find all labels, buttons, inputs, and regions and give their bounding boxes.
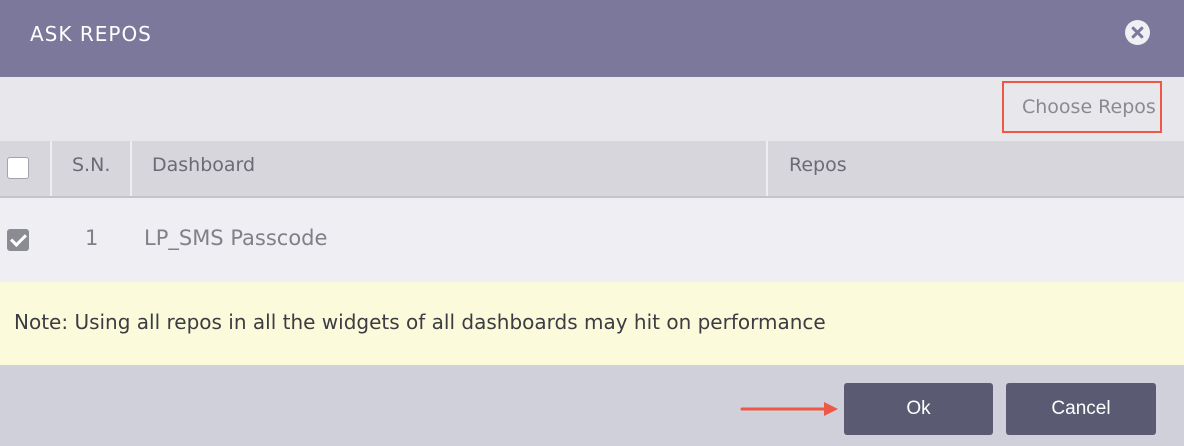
row-sn: 1 <box>85 226 99 250</box>
column-header-sn[interactable]: S.N. <box>72 141 110 196</box>
cancel-button[interactable]: Cancel <box>1006 383 1156 435</box>
table-header: S.N. Dashboard Repos <box>0 141 1184 198</box>
select-all-checkbox[interactable] <box>7 157 29 179</box>
column-header-repos[interactable]: Repos <box>789 141 847 196</box>
close-icon[interactable] <box>1125 20 1150 45</box>
pointer-arrow-icon <box>740 402 838 416</box>
dialog-header: ASK REPOS <box>0 0 1184 77</box>
column-header-dashboard[interactable]: Dashboard <box>152 141 255 196</box>
column-divider <box>130 141 132 196</box>
dialog-title: ASK REPOS <box>30 22 152 46</box>
choose-repos-button[interactable]: Choose Repos <box>1002 81 1162 133</box>
table-row[interactable]: 1 LP_SMS Passcode <box>0 198 1184 282</box>
note-text: Note: Using all repos in all the widgets… <box>14 310 826 334</box>
row-dashboard: LP_SMS Passcode <box>144 226 328 250</box>
ok-button[interactable]: Ok <box>844 383 993 435</box>
column-divider <box>766 141 768 196</box>
performance-note: Note: Using all repos in all the widgets… <box>0 282 1184 365</box>
column-divider <box>50 141 52 196</box>
row-checkbox[interactable] <box>7 229 29 251</box>
